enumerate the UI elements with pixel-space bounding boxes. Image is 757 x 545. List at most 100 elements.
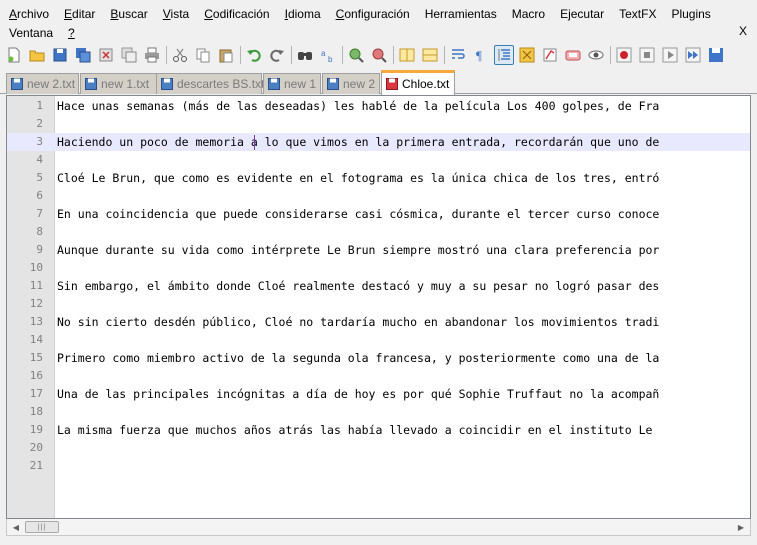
scroll-left-arrow-icon[interactable]: ◀	[8, 520, 24, 534]
line-text: Hace unas semanas (más de las deseadas) …	[57, 99, 660, 113]
editor-line[interactable]: 1 Hace unas semanas (más de las deseadas)…	[7, 97, 750, 115]
menu-herramientas[interactable]: Herramientas	[416, 6, 503, 22]
zoom-out-icon[interactable]	[369, 45, 389, 65]
line-text: No sin cierto desdén público, Cloé no ta…	[57, 315, 660, 329]
replace-icon[interactable]: ab	[318, 45, 338, 65]
menu-macro[interactable]: Macro	[503, 6, 551, 22]
menu-idioma-label: dioma	[287, 7, 321, 21]
line-number: 14	[29, 333, 43, 346]
tab-new-2[interactable]: new 2	[322, 73, 380, 94]
line-number: 3	[36, 135, 43, 148]
editor-line[interactable]: 12	[7, 295, 750, 313]
function-list-icon[interactable]	[563, 45, 583, 65]
undo-icon[interactable]	[244, 45, 264, 65]
menu-buscar[interactable]: Buscar	[101, 6, 153, 22]
editor-line[interactable]: 3 Haciendo un poco de memoria a lo que vi…	[7, 133, 750, 151]
editor-line[interactable]: 2	[7, 115, 750, 133]
scroll-thumb[interactable]: |||	[25, 521, 59, 533]
monitor-icon[interactable]	[586, 45, 606, 65]
line-number: 21	[29, 459, 43, 472]
editor-line[interactable]: 16	[7, 367, 750, 385]
menu-row-1: Archivo Editar Buscar Vista Codificación…	[0, 4, 717, 24]
disk-icon	[85, 78, 97, 90]
copy-icon[interactable]	[193, 45, 213, 65]
scroll-right-arrow-icon[interactable]: ▶	[733, 520, 749, 534]
find-icon[interactable]	[295, 45, 315, 65]
editor-line[interactable]: 13 No sin cierto desdén público, Cloé no …	[7, 313, 750, 331]
record-macro-icon[interactable]	[614, 45, 634, 65]
menu-editar[interactable]: Editar	[55, 6, 101, 22]
save-macro-icon[interactable]	[706, 45, 726, 65]
menu-ejecutar[interactable]: Ejecutar	[551, 6, 610, 22]
editor-line[interactable]: 10	[7, 259, 750, 277]
paste-icon[interactable]	[216, 45, 236, 65]
user-language-icon[interactable]	[517, 45, 537, 65]
line-text: Cloé Le Brun, que como es evidente en el…	[57, 171, 660, 185]
menu-vista-label: ista	[170, 7, 190, 21]
line-number: 11	[29, 279, 43, 292]
editor-line[interactable]: 14	[7, 331, 750, 349]
save-icon[interactable]	[50, 45, 70, 65]
open-folder-icon[interactable]	[27, 45, 47, 65]
menu-editar-label: ditar	[72, 7, 96, 21]
new-file-icon[interactable]	[4, 45, 24, 65]
indent-guide-icon[interactable]	[494, 45, 514, 65]
stop-record-icon[interactable]	[637, 45, 657, 65]
editor-line[interactable]: 11 Sin embargo, el ámbito donde Cloé real…	[7, 277, 750, 295]
sync-vertical-icon[interactable]	[397, 45, 417, 65]
line-number: 20	[29, 441, 43, 454]
menu-configuracion-label: onfiguración	[344, 7, 410, 21]
show-all-chars-icon[interactable]: ¶	[471, 45, 491, 65]
editor-line[interactable]: 6	[7, 187, 750, 205]
tab-new-1-txt[interactable]: new 1.txt	[80, 73, 164, 94]
editor-line[interactable]: 8	[7, 223, 750, 241]
editor-line[interactable]: 19 La misma fuerza que muchos años atrás …	[7, 421, 750, 439]
menu-archivo[interactable]: Archivo	[0, 6, 55, 22]
save-all-icon[interactable]	[73, 45, 93, 65]
editor-line[interactable]: 20	[7, 439, 750, 457]
tab-chloe-txt[interactable]: Chloe.txt	[381, 70, 455, 95]
editor-line[interactable]: 4	[7, 151, 750, 169]
doc-map-icon[interactable]	[540, 45, 560, 65]
redo-icon[interactable]	[267, 45, 287, 65]
menu-codificacion[interactable]: Codificación	[195, 6, 275, 22]
line-number: 10	[29, 261, 43, 274]
play-macro-icon[interactable]	[660, 45, 680, 65]
disk-red-icon	[386, 78, 398, 90]
line-number: 5	[36, 171, 43, 184]
close-icon[interactable]	[96, 45, 116, 65]
menu-textfx[interactable]: TextFX	[610, 6, 662, 22]
text-editor[interactable]: 1 Hace unas semanas (más de las deseadas)…	[6, 95, 751, 519]
tab-new-2-txt[interactable]: new 2.txt	[6, 73, 79, 94]
print-icon[interactable]	[142, 45, 162, 65]
menu-plugins[interactable]: Plugins	[662, 6, 716, 22]
editor-line[interactable]: 9 Aunque durante su vida como intérprete …	[7, 241, 750, 259]
editor-line[interactable]: 7 En una coincidencia que puede considera…	[7, 205, 750, 223]
line-number: 16	[29, 369, 43, 382]
line-number: 19	[29, 423, 43, 436]
line-number: 13	[29, 315, 43, 328]
editor-line[interactable]: 15 Primero como miembro activo de la segu…	[7, 349, 750, 367]
word-wrap-icon[interactable]	[448, 45, 468, 65]
editor-line[interactable]: 21	[7, 457, 750, 475]
menu-ventana[interactable]: Ventana	[0, 25, 59, 41]
close-document-button[interactable]: X	[739, 24, 747, 38]
cut-icon[interactable]	[170, 45, 190, 65]
toolbar-separator	[240, 46, 241, 64]
line-number: 18	[29, 405, 43, 418]
toolbar-separator	[444, 46, 445, 64]
menu-idioma[interactable]: Idioma	[276, 6, 327, 22]
run-macro-multiple-icon[interactable]	[683, 45, 703, 65]
tab-new-1[interactable]: new 1	[263, 73, 321, 94]
tab-descartes-bs-txt[interactable]: descartes BS.txt	[156, 73, 264, 94]
zoom-in-icon[interactable]	[346, 45, 366, 65]
editor-line[interactable]: 5 Cloé Le Brun, que como es evidente en e…	[7, 169, 750, 187]
editor-line[interactable]: 17 Una de las principales incógnitas a dí…	[7, 385, 750, 403]
editor-line[interactable]: 18	[7, 403, 750, 421]
horizontal-scrollbar[interactable]: ◀ ||| ▶	[6, 519, 751, 536]
close-all-icon[interactable]	[119, 45, 139, 65]
menu-help[interactable]: ?	[59, 25, 81, 41]
sync-horizontal-icon[interactable]	[420, 45, 440, 65]
menu-vista[interactable]: Vista	[154, 6, 195, 22]
menu-configuracion[interactable]: Configuración	[327, 6, 416, 22]
